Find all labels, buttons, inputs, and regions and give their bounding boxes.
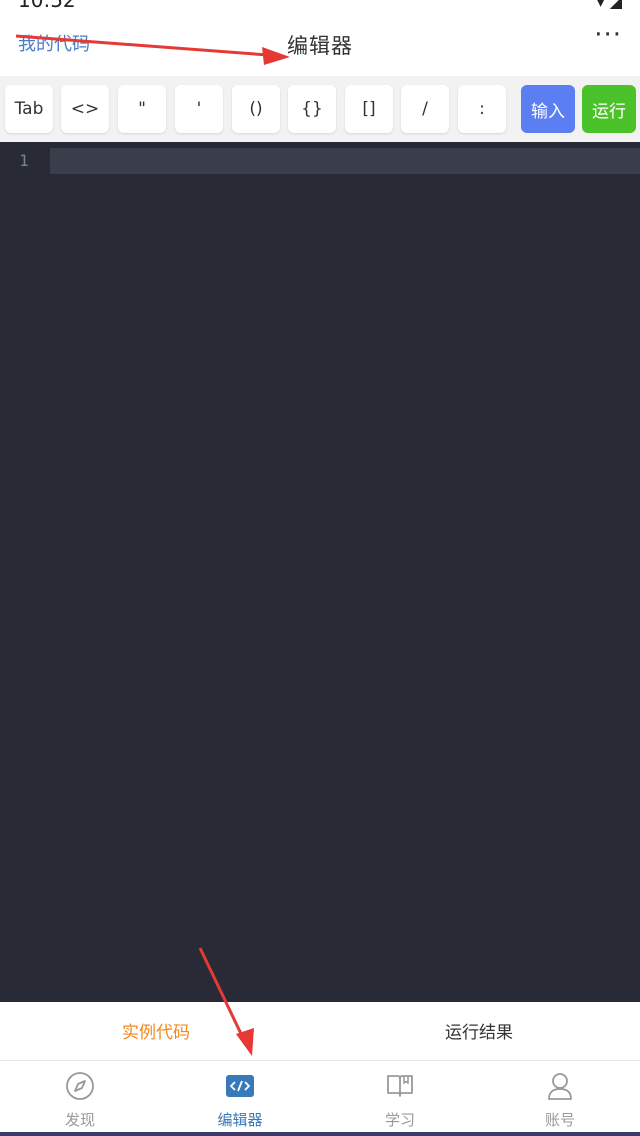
active-line-highlight[interactable] <box>50 148 640 174</box>
input-button[interactable]: 输入 <box>521 85 575 133</box>
tab-example-code[interactable]: 实例代码 <box>122 1018 190 1043</box>
key-single-quote[interactable]: ' <box>175 85 223 133</box>
user-icon <box>544 1071 576 1101</box>
status-time: 10:52 <box>18 0 76 12</box>
result-tabs: 实例代码 运行结果 <box>0 1002 640 1061</box>
nav-account-label: 账号 <box>544 1111 575 1129</box>
run-button[interactable]: 运行 <box>582 85 636 133</box>
header: 我的代码 编辑器 ··· <box>0 14 640 76</box>
more-menu-button[interactable]: ··· <box>594 20 622 50</box>
key-double-quote[interactable]: " <box>118 85 166 133</box>
key-tab[interactable]: Tab <box>5 85 53 133</box>
book-icon <box>384 1071 416 1101</box>
key-colon[interactable]: : <box>458 85 506 133</box>
compass-icon <box>64 1071 96 1101</box>
key-parentheses[interactable]: () <box>232 85 280 133</box>
status-icons: ▾ ◢ <box>596 0 622 11</box>
line-number: 1 <box>19 151 29 170</box>
key-braces[interactable]: {} <box>288 85 336 133</box>
key-angle-brackets[interactable]: <> <box>61 85 109 133</box>
nav-editor-label: 编辑器 <box>217 1111 263 1129</box>
nav-editor[interactable]: 编辑器 <box>160 1061 320 1132</box>
status-bar: 10:52 ▾ ◢ <box>0 0 640 14</box>
nav-discover-label: 发现 <box>64 1111 95 1129</box>
code-icon <box>224 1071 256 1101</box>
bottom-strip <box>0 1132 640 1136</box>
key-toolbar: Tab <> " ' () {} [] / : 输入 运行 <box>0 76 640 142</box>
nav-learn[interactable]: 学习 <box>320 1061 480 1132</box>
code-editor[interactable]: 1 <box>0 142 640 1002</box>
page-title: 编辑器 <box>287 34 353 58</box>
key-brackets[interactable]: [] <box>345 85 393 133</box>
key-slash[interactable]: / <box>401 85 449 133</box>
nav-learn-label: 学习 <box>384 1111 415 1129</box>
bottom-nav: 发现 编辑器 学习 账号 <box>0 1061 640 1132</box>
tab-run-result[interactable]: 运行结果 <box>445 1018 513 1043</box>
nav-discover[interactable]: 发现 <box>0 1061 160 1132</box>
nav-account[interactable]: 账号 <box>480 1061 640 1132</box>
